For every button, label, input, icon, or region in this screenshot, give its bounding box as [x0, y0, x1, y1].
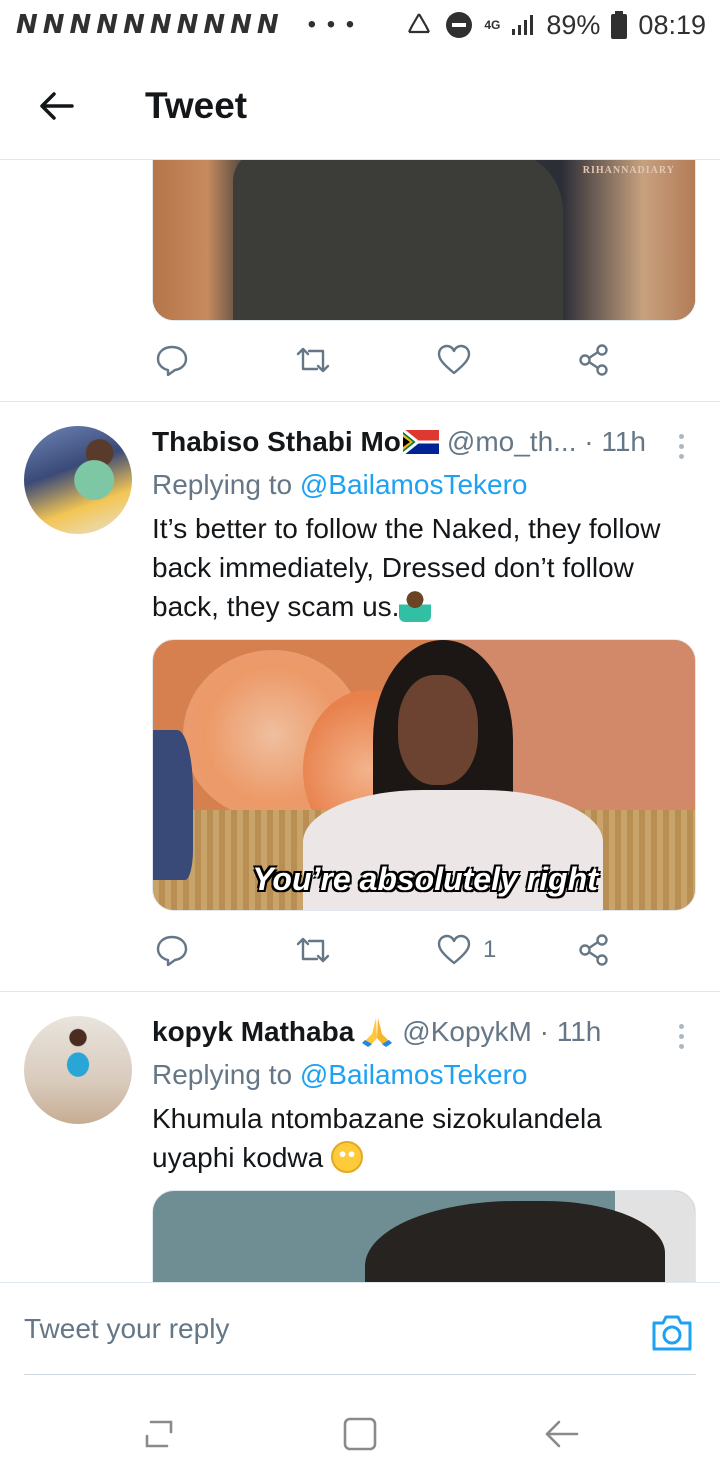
tweet-author-line: kopyk Mathaba @KopykM · 11h — [152, 1016, 601, 1048]
reply-button[interactable] — [155, 340, 189, 380]
reply-tweet[interactable]: Thabiso Sthabi Mo @mo_th... · 11h Replyi… — [0, 402, 720, 992]
gif-caption: You’re absolutely right — [252, 861, 598, 897]
signal-icon — [512, 15, 534, 35]
folded-hands-emoji-icon — [362, 1018, 393, 1047]
avatar[interactable] — [24, 426, 132, 534]
recents-icon — [145, 1420, 173, 1448]
retweet-icon — [296, 937, 330, 963]
tweet-text: It’s better to follow the Naked, they fo… — [152, 509, 692, 626]
tweet-actions: 1 — [152, 930, 620, 970]
like-button[interactable]: 1 — [437, 930, 496, 970]
network-type: 4G — [484, 17, 501, 32]
replying-to-line: Replying to @BailamosTekero — [152, 1059, 528, 1091]
tweet-author-line: Thabiso Sthabi Mo @mo_th... · 11h — [152, 426, 646, 458]
image-subject — [365, 1201, 665, 1282]
author-name[interactable]: Thabiso Sthabi Mo — [152, 426, 401, 458]
nav-back-icon — [545, 1420, 579, 1448]
more-dot — [678, 1024, 684, 1029]
more-dot — [678, 1034, 684, 1039]
battery-icon — [611, 11, 628, 39]
recents-button[interactable] — [135, 1412, 183, 1456]
more-dot — [678, 444, 684, 449]
camera-button[interactable] — [650, 1313, 694, 1357]
retweet-icon — [296, 347, 330, 373]
reply-icon — [156, 935, 188, 967]
battery-percent: 89% — [546, 9, 601, 40]
notification-n-icon: N — [149, 10, 172, 40]
notification-n-icon: N — [230, 10, 252, 40]
south-africa-flag-icon — [402, 430, 439, 454]
more-notifications-icon: • • • — [307, 11, 357, 38]
home-button[interactable] — [336, 1412, 384, 1456]
more-dot — [678, 434, 684, 439]
like-icon — [437, 344, 471, 375]
avatar[interactable] — [24, 1016, 132, 1124]
page-title: Tweet — [145, 85, 248, 126]
replying-to-prefix: Replying to — [152, 1059, 293, 1090]
back-button[interactable] — [32, 84, 80, 128]
tweet-thread[interactable]: RIHANNADIARY Thabiso Sthabi Mo @mo_th...… — [0, 160, 720, 1282]
system-status: 4G 89% 08:19 — [404, 0, 706, 50]
author-handle-time: @mo_th... · 11h — [446, 426, 646, 457]
tweet-more-button[interactable] — [666, 1020, 696, 1060]
image-person-left — [153, 730, 193, 880]
system-navigation-bar — [0, 1392, 720, 1480]
replying-to-line: Replying to @BailamosTekero — [152, 469, 528, 501]
more-dot — [678, 1044, 684, 1049]
tweet-media-gif[interactable]: You’re absolutely right — [152, 639, 696, 911]
reply-input[interactable] — [24, 1313, 584, 1345]
face-with-rolling-eyes-emoji-icon — [331, 1141, 364, 1173]
replying-to-mention[interactable]: @BailamosTekero — [300, 1059, 528, 1090]
replying-to-prefix: Replying to — [152, 469, 293, 500]
notification-n-icon: N — [256, 10, 279, 40]
notification-n-icon: N — [176, 10, 199, 40]
author-name[interactable]: kopyk Mathaba — [152, 1016, 354, 1048]
system-back-button[interactable] — [537, 1412, 585, 1456]
person-shrugging-emoji-icon — [399, 590, 432, 622]
share-button[interactable] — [577, 340, 611, 380]
image-subject — [233, 160, 563, 320]
image-watermark: RIHANNADIARY — [582, 165, 675, 176]
like-count: 1 — [483, 936, 497, 963]
reply-button[interactable] — [155, 930, 189, 970]
home-icon — [343, 1417, 377, 1451]
clock: 08:19 — [638, 9, 706, 40]
notification-n-icon: N — [123, 10, 145, 40]
notification-n-icon: N — [96, 10, 118, 40]
share-icon — [579, 934, 608, 966]
replying-to-mention[interactable]: @BailamosTekero — [300, 469, 528, 500]
status-bar: N N N N N N N N N N • • • 4G 89% 08:19 — [0, 0, 720, 50]
tweet-more-button[interactable] — [666, 430, 696, 470]
share-icon — [579, 344, 608, 376]
retweet-button[interactable] — [295, 340, 331, 380]
image-face — [398, 675, 478, 785]
tweet-actions — [152, 340, 620, 380]
tweet-media-image[interactable]: RIHANNADIARY — [152, 160, 696, 321]
camera-icon — [652, 1315, 692, 1351]
like-button[interactable] — [437, 340, 471, 380]
reply-input-underline — [24, 1374, 696, 1375]
back-arrow-icon — [40, 92, 74, 120]
like-icon — [437, 934, 471, 965]
notification-n-icon: N — [203, 10, 225, 40]
tweet-media-image[interactable] — [152, 1190, 696, 1282]
author-handle-time: @KopykM · 11h — [402, 1016, 602, 1047]
app-header: Tweet — [0, 50, 720, 160]
reply-icon — [156, 345, 188, 377]
tweet-text: Khumula ntombazane sizokulandela uyaphi … — [152, 1099, 692, 1177]
notification-n-icon: N — [69, 10, 92, 40]
notification-n-icon: N — [16, 10, 38, 40]
notification-n-icon: N — [42, 10, 65, 40]
retweet-button[interactable] — [295, 930, 331, 970]
tweet-body: Khumula ntombazane sizokulandela uyaphi … — [152, 1103, 602, 1173]
recycle-icon — [408, 13, 431, 34]
reply-tweet[interactable]: kopyk Mathaba @KopykM · 11h Replying to … — [0, 992, 720, 1282]
more-dot — [678, 454, 684, 459]
reply-composer — [0, 1282, 720, 1392]
notification-icons: N N N N N N N N N N • • • — [16, 10, 356, 40]
do-not-disturb-icon — [446, 12, 473, 38]
share-button[interactable] — [577, 930, 611, 970]
